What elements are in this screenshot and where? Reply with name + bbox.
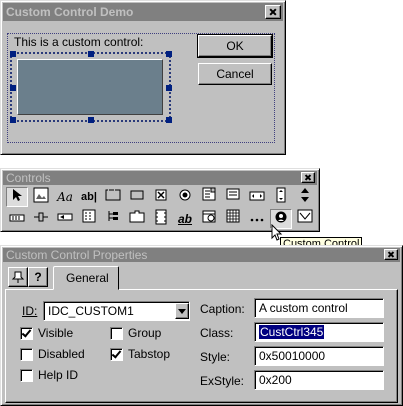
resize-handle[interactable] — [166, 51, 172, 57]
spin-arrows-tool-icon[interactable] — [294, 187, 316, 207]
vertical-scrollbar-tool-icon[interactable] — [270, 187, 292, 207]
class-label: Class: — [200, 326, 234, 340]
button-tool-icon[interactable] — [126, 187, 148, 207]
pointer-tool-icon[interactable] — [6, 187, 28, 207]
tab-general-label: General — [66, 271, 109, 285]
group-box-tool-icon[interactable] — [102, 187, 124, 207]
id-dropdown-button[interactable] — [175, 303, 189, 319]
close-icon[interactable] — [265, 5, 281, 19]
class-input-selection: CustCtrl345 — [259, 325, 325, 339]
checkbox-tool-icon[interactable] — [150, 187, 172, 207]
static-text-label: This is a custom control: — [14, 35, 144, 49]
ok-button[interactable]: OK — [197, 34, 273, 58]
id-combo-input[interactable]: IDC_CUSTOM1 — [43, 301, 190, 321]
controls-toolbar-titlebar[interactable]: Controls — [3, 171, 317, 185]
custom-control[interactable] — [17, 59, 163, 115]
visible-label: Visible — [38, 326, 74, 340]
id-label: ID: — [22, 304, 38, 318]
custom-control-selection[interactable] — [10, 52, 171, 122]
visible-checkbox[interactable] — [20, 327, 33, 340]
radio-button-tool-icon[interactable] — [174, 187, 196, 207]
help-id-label: Help ID — [38, 368, 79, 382]
resize-handle[interactable] — [88, 51, 94, 57]
close-icon[interactable] — [301, 172, 315, 183]
properties-titlebar[interactable]: Custom Control Properties — [3, 248, 400, 262]
properties-title: Custom Control Properties — [6, 248, 148, 262]
animate-tool-icon[interactable] — [150, 209, 172, 229]
resize-handle[interactable] — [166, 85, 172, 91]
style-input[interactable]: 0x50010000 — [254, 346, 384, 366]
ip-address-tool-icon[interactable] — [246, 209, 268, 229]
list-control-tool-icon[interactable] — [78, 209, 100, 229]
edit-box-tool-icon[interactable]: ab| — [78, 187, 100, 207]
tab-control-tool-icon[interactable] — [126, 209, 148, 229]
resize-handle[interactable] — [88, 117, 94, 123]
tree-control-tool-icon[interactable] — [102, 209, 124, 229]
resize-handle[interactable] — [10, 51, 16, 57]
date-time-picker-tool-icon[interactable] — [198, 209, 220, 229]
cancel-button[interactable]: Cancel — [198, 63, 272, 85]
extended-combo-tool-icon[interactable] — [294, 209, 316, 229]
controls-toolbar-title: Controls — [6, 171, 51, 185]
list-box-tool-icon[interactable] — [222, 187, 244, 207]
help-button[interactable]: ? — [28, 267, 48, 287]
resize-handle[interactable] — [10, 117, 16, 123]
class-input[interactable]: CustCtrl345 — [254, 322, 384, 342]
custom-control-demo-dialog: Custom Control Demo This is a custom con… — [0, 0, 286, 155]
pushpin-icon — [11, 271, 25, 283]
exstyle-label: ExStyle: — [200, 374, 245, 388]
static-text-tool-icon[interactable]: Aa — [54, 187, 76, 207]
tabstop-checkbox[interactable] — [110, 348, 123, 361]
demo-dialog-title: Custom Control Demo — [6, 5, 134, 19]
combo-box-tool-icon[interactable] — [198, 187, 220, 207]
pin-button[interactable] — [8, 267, 28, 287]
horizontal-scrollbar-tool-icon[interactable] — [246, 187, 268, 207]
month-calendar-tool-icon[interactable] — [222, 209, 244, 229]
trackbar-tool-icon[interactable] — [30, 209, 52, 229]
chevron-down-icon — [178, 309, 186, 314]
exstyle-input[interactable]: 0x200 — [254, 370, 384, 390]
rich-edit-tool-icon[interactable]: ab — [174, 209, 196, 229]
disabled-checkbox[interactable] — [20, 348, 33, 361]
controls-toolbar: Controls Aa ab| ab — [0, 168, 320, 232]
picture-tool-icon[interactable] — [30, 187, 52, 207]
tab-general[interactable]: General — [53, 266, 119, 290]
resize-handle[interactable] — [166, 117, 172, 123]
tabstop-label: Tabstop — [128, 347, 171, 361]
disabled-label: Disabled — [38, 347, 85, 361]
help-icon: ? — [34, 270, 42, 284]
group-label: Group — [128, 326, 162, 340]
slider-tool-icon[interactable] — [6, 209, 28, 229]
style-label: Style: — [200, 350, 231, 364]
custom-control-properties-dialog: Custom Control Properties ? General ID: … — [0, 245, 403, 406]
help-id-checkbox[interactable] — [20, 369, 33, 382]
caption-input[interactable]: A custom control — [254, 298, 384, 318]
resize-handle[interactable] — [10, 85, 16, 91]
caption-label: Caption: — [200, 302, 245, 316]
close-icon[interactable] — [384, 249, 398, 260]
progress-tool-icon[interactable] — [54, 209, 76, 229]
group-checkbox[interactable] — [110, 327, 123, 340]
demo-dialog-titlebar[interactable]: Custom Control Demo — [3, 3, 283, 21]
